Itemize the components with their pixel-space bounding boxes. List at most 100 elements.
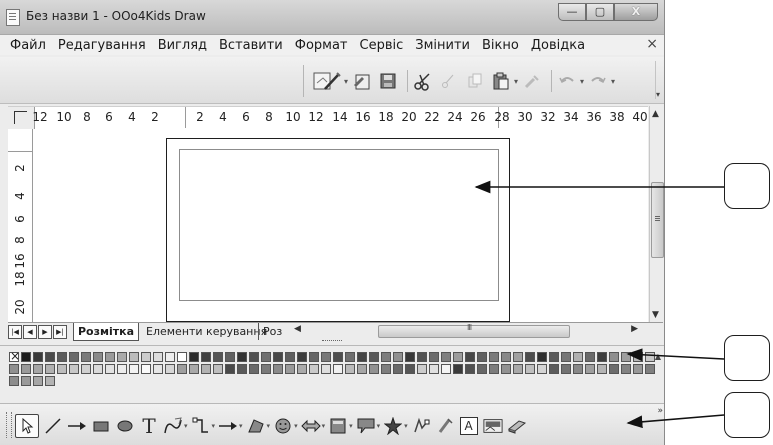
paste-icon[interactable] — [490, 70, 512, 92]
color-swatch[interactable] — [153, 364, 163, 374]
dropdown-arrow-icon[interactable]: ▾ — [294, 422, 298, 430]
color-swatch[interactable] — [393, 364, 403, 374]
color-swatch[interactable] — [645, 352, 655, 362]
color-swatch[interactable] — [9, 364, 19, 374]
color-swatch[interactable] — [489, 352, 499, 362]
color-swatch[interactable] — [33, 352, 43, 362]
color-swatch[interactable] — [309, 352, 319, 362]
color-swatch[interactable] — [537, 364, 547, 374]
color-swatch[interactable] — [357, 364, 367, 374]
color-swatch[interactable] — [225, 352, 235, 362]
menu-edit[interactable]: Редагування — [58, 38, 146, 53]
toolbar-overflow-icon[interactable]: » — [657, 406, 663, 416]
connector-icon[interactable] — [191, 415, 211, 437]
color-swatch[interactable] — [477, 352, 487, 362]
color-swatch[interactable] — [177, 352, 187, 362]
color-swatch[interactable] — [117, 352, 127, 362]
clone-brush-icon[interactable] — [521, 70, 543, 92]
drawing-canvas[interactable] — [33, 129, 648, 322]
color-swatch[interactable] — [153, 352, 163, 362]
color-swatch[interactable] — [561, 364, 571, 374]
color-swatch[interactable] — [45, 376, 55, 386]
symbol-shapes-icon[interactable] — [273, 415, 293, 437]
no-fill-swatch[interactable] — [9, 349, 20, 363]
color-swatch[interactable] — [285, 364, 295, 374]
color-swatch[interactable] — [81, 352, 91, 362]
color-swatch[interactable] — [189, 364, 199, 374]
curve-icon[interactable] — [163, 415, 183, 437]
color-swatch[interactable] — [441, 364, 451, 374]
tab-layout[interactable]: Розмітка — [73, 323, 140, 341]
color-swatch[interactable] — [177, 364, 187, 374]
color-swatch[interactable] — [297, 352, 307, 362]
color-swatch[interactable] — [597, 364, 607, 374]
tab-dimension-lines[interactable]: Роз — [258, 323, 286, 340]
color-swatch[interactable] — [429, 352, 439, 362]
dropdown-arrow-icon[interactable]: ▾ — [184, 422, 188, 430]
color-swatch[interactable] — [369, 352, 379, 362]
slide-page[interactable] — [166, 138, 510, 322]
color-swatch[interactable] — [237, 364, 247, 374]
glue-points-icon[interactable] — [435, 415, 455, 437]
rectangle-icon[interactable] — [91, 415, 111, 437]
color-swatch[interactable] — [417, 364, 427, 374]
color-swatch[interactable] — [405, 364, 415, 374]
clipboard-cut-icon[interactable] — [438, 70, 460, 92]
color-swatch[interactable] — [513, 364, 523, 374]
color-swatch[interactable] — [501, 364, 511, 374]
draw-wand-icon[interactable] — [310, 68, 342, 94]
color-swatch[interactable] — [525, 352, 535, 362]
last-tab-icon[interactable]: ▶| — [53, 325, 67, 339]
stars-icon[interactable] — [383, 415, 403, 437]
color-swatch[interactable] — [345, 364, 355, 374]
color-swatch[interactable] — [549, 352, 559, 362]
select-arrow-icon[interactable] — [15, 414, 39, 438]
color-swatch[interactable] — [129, 364, 139, 374]
color-swatch[interactable] — [333, 352, 343, 362]
dropdown-arrow-icon[interactable]: ▾ — [404, 422, 408, 430]
text-icon[interactable]: T — [139, 414, 159, 438]
color-swatch[interactable] — [573, 364, 583, 374]
scroll-right-icon[interactable]: ▶ — [631, 324, 638, 334]
copy-icon[interactable] — [464, 70, 486, 92]
dropdown-arrow-icon[interactable]: ▾ — [322, 422, 326, 430]
color-swatch[interactable] — [141, 352, 151, 362]
menu-tools[interactable]: Сервіс — [360, 38, 404, 53]
color-swatch[interactable] — [501, 352, 511, 362]
minimize-button[interactable]: — — [558, 3, 586, 21]
color-swatch[interactable] — [21, 364, 31, 374]
scissors-icon[interactable] — [412, 70, 434, 92]
color-swatch[interactable] — [609, 352, 619, 362]
color-swatch[interactable] — [645, 364, 655, 374]
color-swatch[interactable] — [105, 364, 115, 374]
color-swatch[interactable] — [321, 352, 331, 362]
scroll-thumb[interactable] — [378, 323, 570, 338]
color-swatch[interactable] — [465, 352, 475, 362]
color-swatch[interactable] — [273, 352, 283, 362]
color-swatch[interactable] — [465, 364, 475, 374]
close-button[interactable]: X — [614, 3, 658, 21]
color-swatch[interactable] — [21, 376, 31, 386]
dropdown-arrow-icon[interactable]: ▾ — [344, 77, 348, 86]
color-swatch[interactable] — [285, 352, 295, 362]
color-swatch[interactable] — [429, 364, 439, 374]
color-swatch[interactable] — [357, 352, 367, 362]
callouts-icon[interactable] — [356, 415, 376, 437]
color-swatch[interactable] — [117, 364, 127, 374]
first-tab-icon[interactable]: |◀ — [8, 325, 22, 339]
dropdown-arrow-icon[interactable]: ▾ — [212, 422, 216, 430]
dropdown-arrow-icon[interactable]: ▾ — [377, 422, 381, 430]
color-swatch[interactable] — [417, 352, 427, 362]
color-swatch[interactable] — [321, 364, 331, 374]
color-swatch[interactable] — [261, 364, 271, 374]
undo-icon[interactable] — [556, 70, 578, 92]
color-swatch[interactable] — [597, 352, 607, 362]
edit-file-icon[interactable] — [351, 70, 373, 92]
color-swatch[interactable] — [537, 352, 547, 362]
color-swatch[interactable] — [225, 364, 235, 374]
color-swatch[interactable] — [69, 364, 79, 374]
color-swatch[interactable] — [81, 364, 91, 374]
scroll-thumb[interactable] — [651, 182, 664, 258]
color-swatch[interactable] — [609, 364, 619, 374]
tab-controls[interactable]: Елементи керування — [142, 323, 271, 340]
